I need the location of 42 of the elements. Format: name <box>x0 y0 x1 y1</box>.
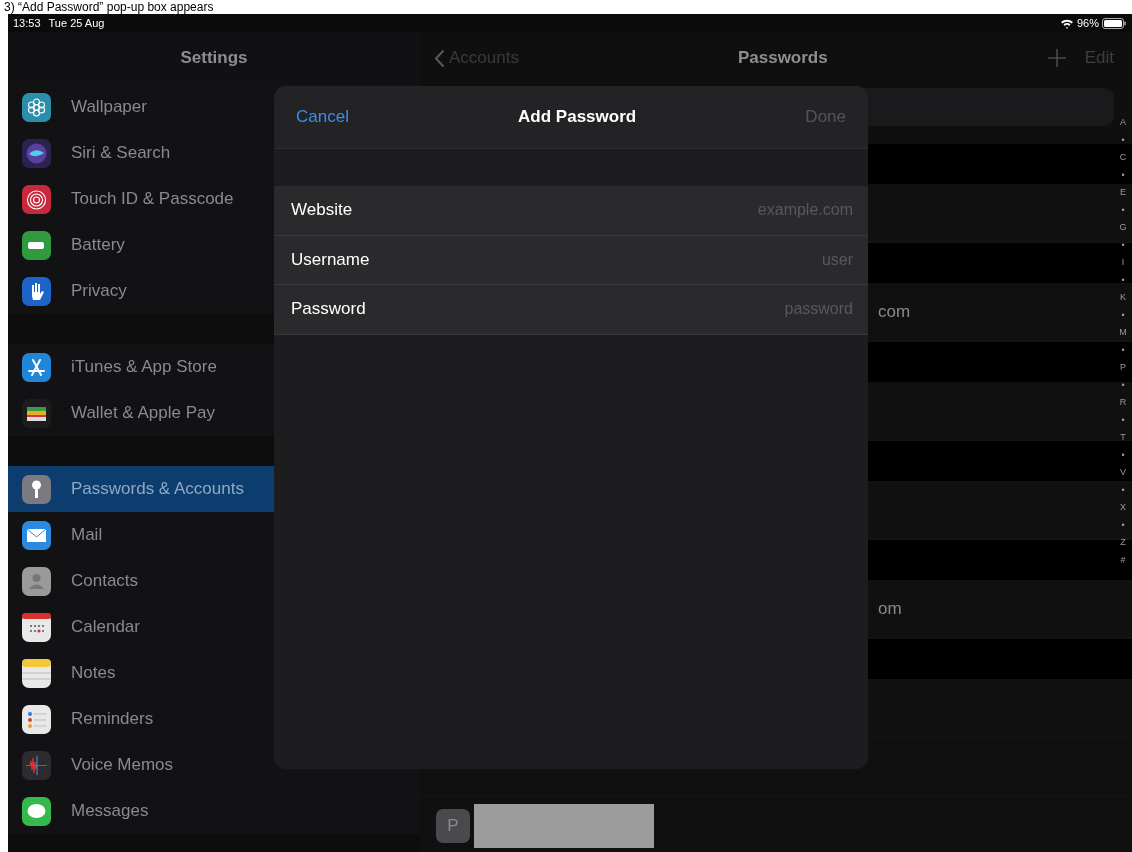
index-letter[interactable]: # <box>1120 553 1126 566</box>
dialog-title: Add Password <box>518 107 637 127</box>
plus-icon[interactable] <box>1046 48 1067 68</box>
settings-title: Settings <box>180 48 248 68</box>
index-letter[interactable]: A <box>1120 116 1126 128</box>
field-label: Username <box>291 249 370 270</box>
caption-text: 3) “Add Password” pop-up box appears <box>3 0 215 14</box>
index-letter[interactable]: G <box>1119 221 1127 233</box>
chevron-left-icon <box>434 48 445 68</box>
status-time: 13:53 <box>13 17 41 29</box>
battery-icon <box>1102 17 1126 29</box>
settings-item[interactable]: Voice Memos <box>8 742 420 788</box>
account-website: om <box>878 599 902 619</box>
settings-item[interactable]: Messages <box>8 788 420 834</box>
field-label: Password <box>291 299 366 320</box>
index-letter[interactable]: T <box>1120 431 1126 443</box>
settings-item[interactable]: iTunes & App Store <box>8 344 420 390</box>
index-letter[interactable]: Z <box>1120 536 1126 548</box>
index-letter[interactable]: E <box>1120 186 1126 198</box>
settings-item[interactable]: Contacts <box>8 558 420 604</box>
account-website: com <box>878 302 911 322</box>
settings-item[interactable]: Mail <box>8 512 420 558</box>
settings-item[interactable]: Reminders <box>8 696 420 742</box>
index-letter[interactable]: R <box>1119 396 1127 408</box>
index-letter[interactable]: K <box>1120 291 1126 303</box>
cancel-button[interactable]: Cancel <box>296 107 349 127</box>
settings-item[interactable]: Wallet & Apple Pay <box>8 390 420 436</box>
status-date: Tue 25 Aug <box>48 17 105 29</box>
index-letter[interactable]: I <box>1121 256 1125 268</box>
settings-item[interactable]: Notes <box>8 650 420 696</box>
wifi-icon <box>1059 17 1074 29</box>
battery-percent: 96% <box>1076 17 1099 29</box>
initial-avatar: P <box>436 809 470 843</box>
index-letter[interactable]: X <box>1120 501 1126 513</box>
index-letter[interactable]: M <box>1119 326 1127 338</box>
index-letter[interactable]: P <box>1120 361 1126 373</box>
settings-item[interactable]: Siri & Search <box>8 130 420 176</box>
field-label: Website <box>291 200 353 221</box>
index-letter[interactable]: C <box>1119 151 1127 163</box>
index-letter[interactable]: V <box>1120 466 1126 478</box>
passwords-title: Passwords <box>737 48 828 68</box>
settings-item[interactable]: Calendar <box>8 604 420 650</box>
